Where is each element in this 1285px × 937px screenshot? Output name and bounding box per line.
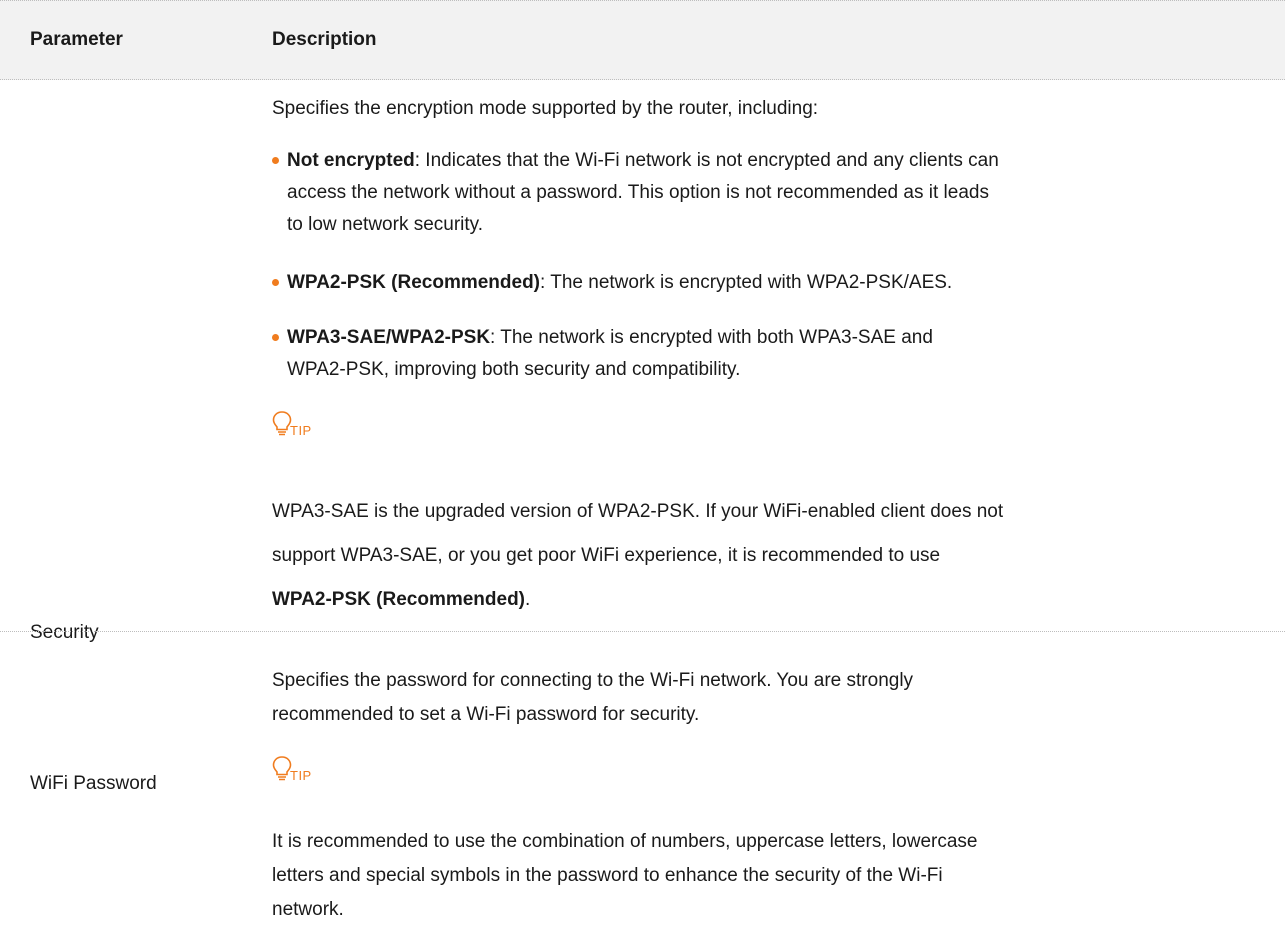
bullet-term: Not encrypted [287,150,415,171]
bullet-text: : Indicates that the Wi-Fi network is no… [414,150,999,171]
tip-label: TIP [290,423,312,438]
bullet-dot-icon [272,334,279,341]
description-intro: Specifies the password for connecting to… [272,670,914,691]
tip-text: It is recommended to use the combination… [272,831,978,852]
bullet-text: access the network without a password. T… [287,182,989,203]
tip-text: support WPA3-SAE, or you get poor WiFi e… [272,545,941,566]
bullet-term: WPA3-SAE/WPA2-PSK [287,327,491,348]
list-item: Not encrypted: Indicates that the Wi-Fi … [272,145,1262,241]
row-divider [0,631,1285,632]
header-parameter: Parameter [30,29,123,50]
lightbulb-icon [272,411,292,436]
bullet-term: WPA2-PSK (Recommended) [287,272,541,293]
tip-end: . [525,589,531,610]
list-item: WPA2-PSK (Recommended): The network is e… [272,267,1262,299]
tip-text: letters and special symbols in the passw… [272,865,943,886]
tip-text: network. [272,899,344,920]
list-item: WPA3-SAE/WPA2-PSK: The network is encryp… [272,322,1262,386]
description-intro: Specifies the encryption mode supported … [272,98,819,119]
tip-label: TIP [290,768,312,783]
bullet-text: : The network is encrypted with WPA2-PSK… [540,272,953,293]
bullet-dot-icon [272,157,279,164]
bullet-dot-icon [272,279,279,286]
tip-text: WPA3-SAE is the upgraded version of WPA2… [272,501,1004,522]
parameter-cell-security: Security [30,622,99,643]
bullet-text: to low network security. [287,214,484,235]
bullet-text: WPA2-PSK, improving both security and co… [287,359,741,380]
lightbulb-icon [272,756,292,781]
tip-text: WPA2-PSK (Recommended). [272,584,1262,616]
tip-bold: WPA2-PSK (Recommended) [272,589,526,610]
bullet-text: : The network is encrypted with both WPA… [490,327,933,348]
description-intro: recommended to set a Wi-Fi password for … [272,704,700,725]
parameter-cell-wifi-password: WiFi Password [30,773,157,794]
table-header: Parameter Description [0,0,1285,80]
header-description: Description [272,29,377,50]
